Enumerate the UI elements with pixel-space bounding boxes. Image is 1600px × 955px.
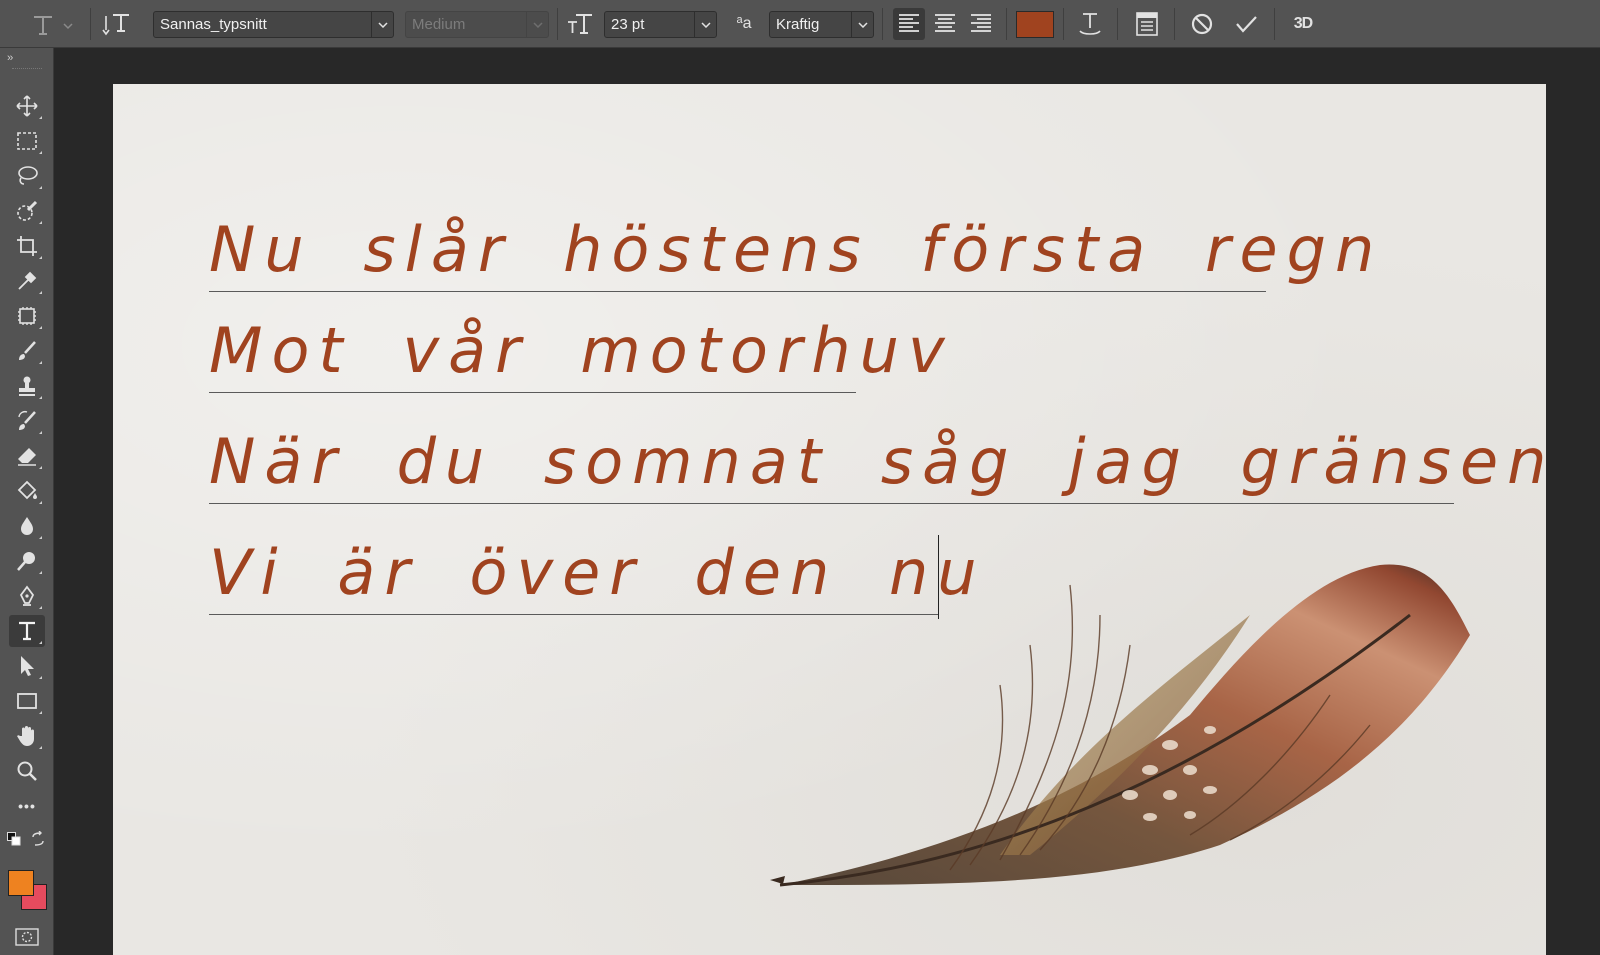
chevron-down-icon (851, 12, 873, 37)
feather-illustration (770, 564, 1470, 887)
text-line-1[interactable]: Nu slår höstens första regn (209, 180, 1459, 292)
frame-tool-icon[interactable] (9, 300, 45, 332)
collapse-panel-icon[interactable]: ›› (7, 52, 13, 64)
separator (882, 8, 883, 40)
panel-grip[interactable] (12, 68, 42, 70)
anti-alias-icon: aa (736, 14, 752, 32)
anti-alias-value: Kraftig (776, 16, 820, 33)
stamp-tool-icon[interactable] (9, 370, 45, 402)
pen-tool-icon[interactable] (9, 580, 45, 612)
eyedropper-tool-icon[interactable] (9, 265, 45, 297)
default-colors-icon[interactable] (7, 832, 21, 846)
dodge-tool-icon[interactable] (9, 545, 45, 577)
font-family-select[interactable]: Sannas_typsnitt (153, 11, 394, 38)
paint-bucket-tool-icon[interactable] (9, 475, 45, 507)
align-left-icon (899, 14, 919, 32)
more-tools-label: ••• (18, 798, 36, 814)
commit-icon[interactable] (1232, 10, 1262, 38)
text-line: Mot vår motorhuv (209, 314, 954, 387)
marquee-tool-icon[interactable] (9, 125, 45, 157)
hand-tool-icon[interactable] (9, 720, 45, 752)
brush-tool-icon[interactable] (9, 335, 45, 367)
align-right-button[interactable] (965, 8, 997, 40)
eraser-tool-icon[interactable] (9, 440, 45, 472)
separator (1274, 8, 1275, 40)
separator (1006, 8, 1007, 40)
separator (1117, 8, 1118, 40)
text-line-2[interactable]: Mot vår motorhuv (209, 281, 1459, 393)
type-tool-preset-icon[interactable] (28, 12, 76, 38)
zoom-tool-icon[interactable] (9, 755, 45, 787)
anti-alias-select[interactable]: Kraftig (769, 11, 874, 38)
3d-label: 3D (1293, 15, 1313, 32)
align-center-icon (935, 14, 955, 32)
crop-tool-icon[interactable] (9, 230, 45, 262)
chevron-down-icon (526, 12, 548, 37)
color-swatches (8, 870, 48, 912)
font-family-value: Sannas_typsnitt (160, 16, 267, 33)
font-style-select[interactable]: Medium (405, 11, 549, 38)
text-line-3[interactable]: När du somnat såg jag gränsen (209, 392, 1546, 504)
separator (90, 8, 91, 40)
more-tools-icon[interactable]: ••• (9, 790, 45, 822)
lasso-tool-icon[interactable] (9, 160, 45, 192)
text-line: När du somnat såg jag gränsen (209, 425, 1556, 498)
align-center-button[interactable] (929, 8, 961, 40)
rectangle-tool-icon[interactable] (9, 685, 45, 717)
separator (1063, 8, 1064, 40)
align-right-icon (971, 14, 991, 32)
options-bar: Sannas_typsnitt Medium 23 pt aa Kraftig (0, 0, 1600, 48)
font-size-icon (565, 10, 595, 38)
separator (1174, 8, 1175, 40)
3d-icon[interactable]: 3D (1287, 12, 1319, 36)
chevron-down-icon (694, 12, 716, 37)
text-line: Nu slår höstens första regn (209, 213, 1384, 286)
character-panel-icon[interactable] (1132, 10, 1162, 38)
text-orientation-icon[interactable] (102, 10, 132, 38)
chevron-down-icon (371, 12, 393, 37)
path-select-tool-icon[interactable] (9, 650, 45, 682)
quick-select-tool-icon[interactable] (9, 195, 45, 227)
align-left-button[interactable] (893, 8, 925, 40)
font-style-value: Medium (412, 16, 466, 33)
type-tool-icon[interactable] (9, 615, 45, 647)
font-size-select[interactable]: 23 pt (604, 11, 717, 38)
separator (557, 8, 558, 40)
foreground-color-swatch[interactable] (8, 870, 34, 896)
tools-panel: ›› ••• (0, 48, 54, 955)
warp-text-icon[interactable] (1075, 9, 1105, 39)
swap-colors-icon[interactable] (30, 830, 46, 847)
move-tool-icon[interactable] (9, 90, 45, 122)
text-color-swatch[interactable] (1016, 11, 1054, 38)
font-size-value: 23 pt (611, 16, 645, 33)
history-brush-tool-icon[interactable] (9, 405, 45, 437)
blur-tool-icon[interactable] (9, 510, 45, 542)
cancel-icon[interactable] (1187, 10, 1217, 38)
quick-mask-icon[interactable] (15, 928, 39, 946)
